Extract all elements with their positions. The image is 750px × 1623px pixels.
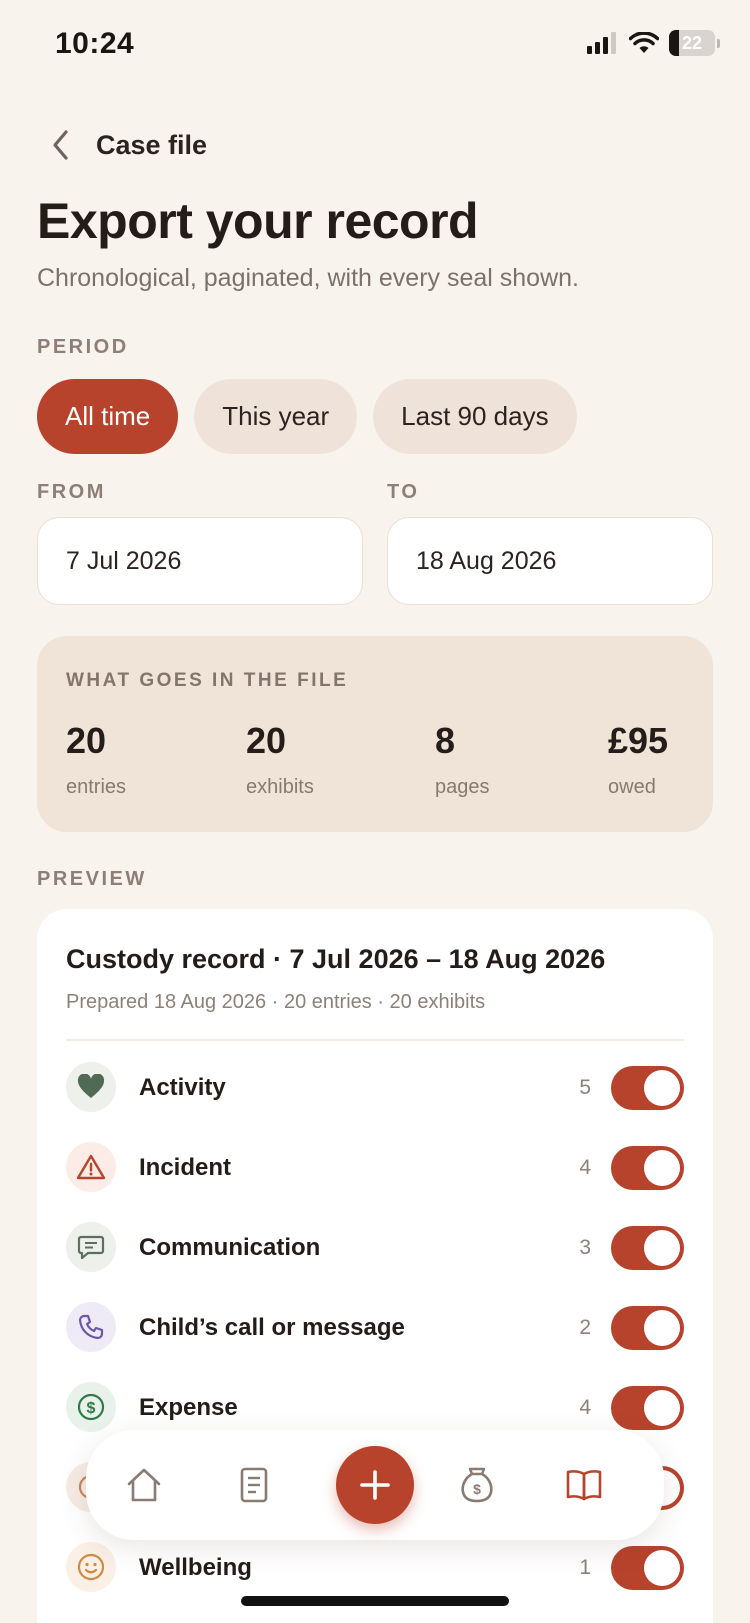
warning-icon [66, 1142, 116, 1192]
category-count: 4 [579, 1396, 591, 1419]
home-icon[interactable] [124, 1465, 164, 1505]
category-row-incident: Incident 4 [37, 1128, 713, 1208]
stat-value: 8 [435, 720, 456, 761]
from-date-field[interactable]: 7 Jul 2026 [37, 517, 363, 605]
period-label: PERIOD [37, 336, 129, 358]
category-label: Wellbeing [139, 1554, 252, 1581]
add-icon [360, 1470, 390, 1500]
category-row-childs-call: Child’s call or message 2 [37, 1288, 713, 1368]
toggle-knob [644, 1550, 680, 1586]
chip-last-90-days[interactable]: Last 90 days [373, 379, 577, 454]
stat-label: entries [66, 776, 127, 798]
dollar-icon: $ [66, 1382, 116, 1432]
status-icons: 22 [587, 30, 720, 56]
phone-icon [66, 1302, 116, 1352]
back-button[interactable]: Case file [48, 128, 207, 162]
category-count: 4 [579, 1156, 591, 1179]
stat-label: pages [435, 776, 490, 798]
tab-bar: $ [86, 1430, 664, 1540]
stat-pages: 8 pages [435, 720, 490, 799]
message-icon [66, 1222, 116, 1272]
page-title: Export your record [37, 193, 479, 249]
stat-entries: 20 entries [66, 720, 126, 799]
heart-icon [66, 1062, 116, 1112]
category-toggle[interactable] [611, 1226, 684, 1270]
toggle-knob [644, 1150, 680, 1186]
category-toggle[interactable] [611, 1306, 684, 1350]
status-time: 10:24 [55, 27, 135, 60]
stat-label: owed [608, 776, 656, 798]
stat-value: 20 [246, 720, 287, 761]
home-indicator[interactable] [241, 1596, 509, 1606]
toggle-knob [644, 1230, 680, 1266]
chevron-left-icon [53, 130, 68, 160]
category-count: 3 [579, 1236, 591, 1259]
battery-icon: 22 [669, 30, 715, 56]
category-label: Communication [139, 1234, 321, 1261]
to-date-field[interactable]: 18 Aug 2026 [387, 517, 713, 605]
wifi-icon [629, 32, 659, 53]
smiley-icon [66, 1542, 116, 1592]
battery-level: 22 [681, 32, 703, 53]
back-label: Case file [96, 129, 208, 160]
stat-exhibits: 20 exhibits [246, 720, 314, 799]
category-row-activity: Activity 5 [37, 1048, 713, 1128]
category-count: 2 [579, 1316, 591, 1339]
toggle-knob [644, 1070, 680, 1106]
category-label: Expense [139, 1394, 238, 1421]
category-count: 1 [579, 1556, 591, 1579]
svg-text:$: $ [87, 1400, 96, 1417]
category-label: Incident [139, 1154, 232, 1181]
toggle-knob [644, 1390, 680, 1426]
summary-card: WHAT GOES IN THE FILE 20 entries 20 exhi… [37, 636, 713, 832]
stat-value: £95 [608, 720, 669, 761]
stat-owed: £95 owed [608, 720, 668, 799]
document-icon[interactable] [234, 1465, 274, 1505]
divider [66, 1039, 684, 1041]
chip-all-time[interactable]: All time [37, 379, 179, 454]
category-label: Child’s call or message [139, 1314, 405, 1341]
category-count: 5 [579, 1076, 591, 1099]
book-icon[interactable] [564, 1465, 604, 1505]
add-button[interactable] [336, 1446, 414, 1524]
from-label: FROM [37, 481, 106, 503]
stat-label: exhibits [246, 776, 314, 798]
preview-label: PREVIEW [37, 868, 147, 890]
chip-this-year[interactable]: This year [194, 379, 358, 454]
battery-cap [717, 38, 720, 48]
preview-meta: Prepared 18 Aug 2026 · 20 entries · 20 e… [66, 991, 486, 1013]
category-toggle[interactable] [611, 1546, 684, 1590]
category-label: Activity [139, 1074, 226, 1101]
to-label: TO [387, 481, 420, 503]
category-toggle[interactable] [611, 1146, 684, 1190]
category-toggle[interactable] [611, 1386, 684, 1430]
summary-title: WHAT GOES IN THE FILE [66, 670, 349, 691]
category-toggle[interactable] [611, 1066, 684, 1110]
money-bag-icon[interactable]: $ [457, 1465, 497, 1505]
stat-value: 20 [66, 720, 107, 761]
status-bar: 10:24 22 [0, 0, 750, 90]
signal-icon [587, 32, 616, 54]
preview-title: Custody record · 7 Jul 2026 – 18 Aug 202… [66, 944, 606, 974]
svg-text:$: $ [473, 1481, 481, 1497]
page-subtitle: Chronological, paginated, with every sea… [37, 264, 579, 292]
period-chips: All time This year Last 90 days [37, 379, 577, 454]
toggle-knob [644, 1310, 680, 1346]
category-row-communication: Communication 3 [37, 1208, 713, 1288]
